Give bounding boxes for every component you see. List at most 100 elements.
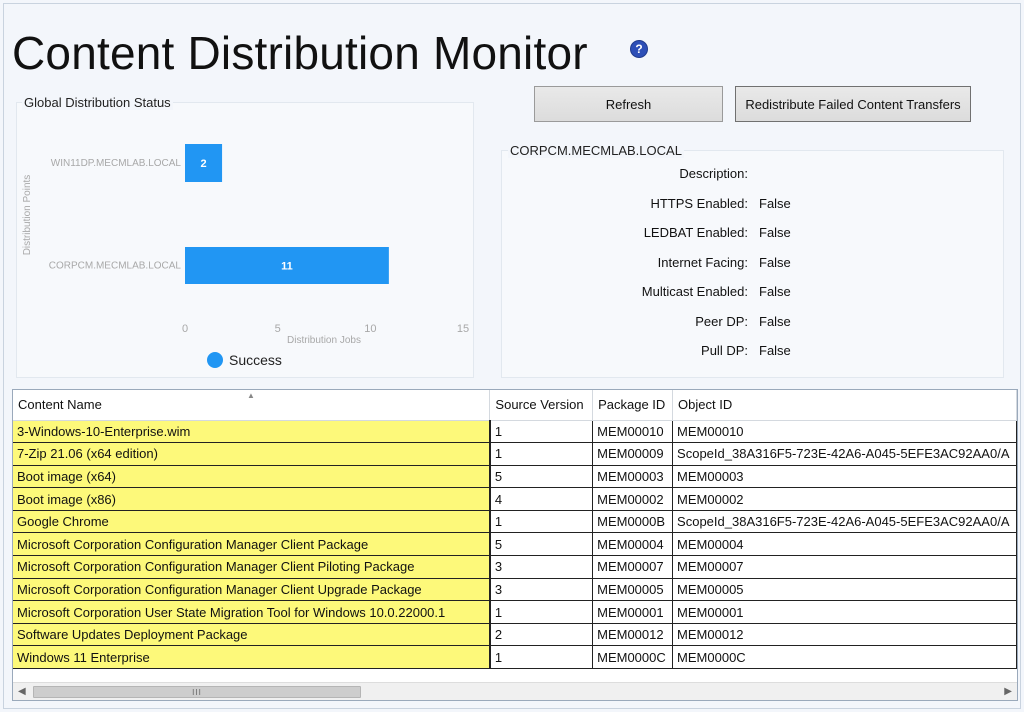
legend-success-label: Success	[229, 352, 282, 368]
package-id-cell: MEM00002	[592, 487, 674, 511]
content-name-cell: Windows 11 Enterprise	[13, 645, 491, 670]
dp-property-label: HTTPS Enabled:	[650, 196, 748, 211]
dp-property-row: Pull DP: False	[510, 343, 791, 361]
column-header-object-id[interactable]: Object ID	[672, 390, 1017, 421]
redistribute-failed-button[interactable]: Redistribute Failed Content Transfers	[735, 86, 971, 122]
dp-property-row: Peer DP: False	[510, 314, 791, 332]
page-title: Content Distribution Monitor	[12, 27, 588, 79]
refresh-button[interactable]: Refresh	[534, 86, 723, 122]
content-name-cell: Boot image (x86)	[13, 487, 491, 511]
object-id-cell: MEM00003	[672, 465, 1017, 489]
table-row[interactable]: Microsoft Corporation Configuration Mana…	[13, 578, 1017, 602]
content-name-cell: Boot image (x64)	[13, 465, 491, 489]
dp-property-label: Pull DP:	[701, 343, 748, 358]
package-id-cell: MEM00001	[592, 600, 674, 624]
content-name-cell: Microsoft Corporation Configuration Mana…	[13, 578, 491, 602]
package-id-cell: MEM00007	[592, 555, 674, 579]
package-id-cell: MEM00004	[592, 532, 674, 557]
source-version-cell: 1	[489, 442, 594, 466]
dp-property-label: Description:	[679, 166, 748, 181]
dp-property-value: False	[759, 225, 791, 240]
x-axis-title: Distribution Jobs	[287, 335, 361, 346]
package-id-cell: MEM0000C	[592, 645, 674, 670]
help-icon[interactable]: ?	[630, 40, 648, 58]
scroll-left-icon[interactable]: ◀	[18, 686, 26, 697]
object-id-cell: ScopeId_38A316F5-723E-42A6-A045-5EFE3AC9…	[672, 442, 1017, 466]
column-header-package-id[interactable]: Package ID	[592, 390, 674, 421]
table-row[interactable]: Software Updates Deployment Package 2 MEM0…	[13, 623, 1017, 647]
source-version-cell: 3	[489, 578, 594, 602]
table-row[interactable]: 7-Zip 21.06 (x64 edition) 1 MEM00009 ScopeI…	[13, 442, 1017, 466]
source-version-cell: 5	[489, 465, 594, 489]
content-name-cell: 3-Windows-10-Enterprise.wim	[13, 420, 491, 444]
dp-property-value: False	[759, 284, 791, 299]
distribution-chart: 2 WIN11DP.MECMLAB.LOCAL 11 CORPCM.MECMLAB.L…	[22, 144, 469, 368]
source-version-cell: 3	[489, 555, 594, 579]
scroll-right-icon[interactable]: ▶	[1004, 686, 1012, 697]
table-row[interactable]: Boot image (x64) 5 MEM00003 MEM00003	[13, 465, 1017, 489]
dp-property-value: False	[759, 314, 791, 329]
source-version-cell: 1	[489, 600, 594, 624]
chart-panel-title: Global Distribution Status	[22, 95, 173, 110]
dp-property-row: LEDBAT Enabled: False	[510, 225, 791, 243]
dp-property-label: Internet Facing:	[657, 255, 748, 270]
x-tick-label: 15	[457, 323, 469, 335]
bar-value-label: 11	[281, 261, 293, 273]
package-id-cell: MEM00012	[592, 623, 674, 647]
package-id-cell: MEM00005	[592, 578, 674, 602]
source-version-cell: 4	[489, 487, 594, 511]
object-id-cell: ScopeId_38A316F5-723E-42A6-A045-5EFE3AC9…	[672, 510, 1017, 534]
scroll-thumb[interactable]: III	[33, 686, 361, 698]
source-version-cell: 1	[489, 510, 594, 534]
package-id-cell: MEM0000B	[592, 510, 674, 534]
bar-value-label: 2	[200, 158, 206, 170]
object-id-cell: MEM00001	[672, 600, 1017, 624]
object-id-cell: MEM00004	[672, 532, 1017, 557]
dp-property-label: Peer DP:	[695, 314, 748, 329]
table-row[interactable]: Google Chrome 1 MEM0000B ScopeId_38A316F5-7…	[13, 510, 1017, 534]
dp-property-row: Description:	[510, 166, 748, 184]
object-id-cell: MEM00005	[672, 578, 1017, 602]
table-row[interactable]: Microsoft Corporation Configuration Mana…	[13, 532, 1017, 557]
content-table: Content Name Source Version Package ID O…	[13, 390, 1017, 670]
dp-property-row: HTTPS Enabled: False	[510, 196, 790, 214]
content-name-cell: Microsoft Corporation Configuration Mana…	[13, 555, 491, 579]
table-row[interactable]: Microsoft Corporation Configuration Mana…	[13, 555, 1017, 579]
dp-property-row: Multicast Enabled: False	[510, 284, 791, 302]
dp-property-row: Internet Facing: False	[510, 255, 791, 273]
dp-property-value: False	[759, 343, 791, 358]
x-tick-label: 0	[182, 323, 188, 335]
x-tick-label: 10	[364, 323, 376, 335]
global-distribution-status-panel: 2 WIN11DP.MECMLAB.LOCAL 11 CORPCM.MECMLAB.L…	[16, 102, 474, 378]
table-row[interactable]: Boot image (x86) 4 MEM00002 MEM00002	[13, 487, 1017, 511]
content-grid: Content Name Source Version Package ID O…	[12, 389, 1018, 701]
table-row[interactable]: Microsoft Corporation User State Migrati…	[13, 600, 1017, 624]
source-version-cell: 1	[489, 645, 594, 670]
horizontal-scrollbar[interactable]: ◀ III ▶	[13, 682, 1017, 700]
table-row[interactable]: Windows 11 Enterprise 1 MEM0000C MEM0000C	[13, 645, 1017, 670]
content-name-cell: 7-Zip 21.06 (x64 edition)	[13, 442, 491, 466]
package-id-cell: MEM00009	[592, 442, 674, 466]
legend-success-icon	[207, 352, 223, 368]
column-header-source-version[interactable]: Source Version	[489, 390, 594, 421]
source-version-cell: 2	[489, 623, 594, 647]
package-id-cell: MEM00003	[592, 465, 674, 489]
table-row[interactable]: 3-Windows-10-Enterprise.wim 1 MEM00010 MEM0…	[13, 420, 1017, 444]
object-id-cell: MEM00007	[672, 555, 1017, 579]
content-name-cell: Microsoft Corporation User State Migrati…	[13, 600, 491, 624]
dp-property-value: False	[759, 196, 791, 211]
object-id-cell: MEM0000C	[672, 645, 1017, 670]
dp-property-value: False	[759, 255, 791, 270]
content-name-cell: Software Updates Deployment Package	[13, 623, 491, 647]
category-tick-label: WIN11DP.MECMLAB.LOCAL	[51, 158, 182, 169]
source-version-cell: 1	[489, 420, 594, 444]
content-name-cell: Google Chrome	[13, 510, 491, 534]
object-id-cell: MEM00012	[672, 623, 1017, 647]
y-axis-title: Distribution Points	[22, 175, 33, 256]
object-id-cell: MEM00002	[672, 487, 1017, 511]
dp-property-label: Multicast Enabled:	[641, 284, 748, 299]
dp-property-label: LEDBAT Enabled:	[643, 225, 748, 240]
dp-details-title: CORPCM.MECMLAB.LOCAL	[508, 143, 684, 158]
category-tick-label: CORPCM.MECMLAB.LOCAL	[49, 261, 182, 272]
content-name-cell: Microsoft Corporation Configuration Mana…	[13, 532, 491, 557]
